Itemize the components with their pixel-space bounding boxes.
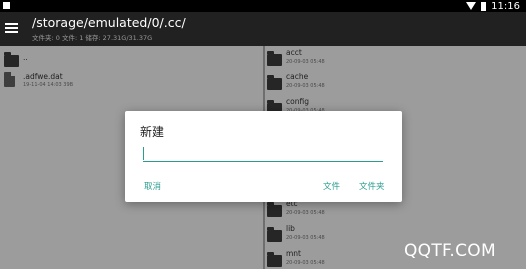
- item-meta: 20-09-03 05:48: [286, 59, 325, 65]
- menu-icon[interactable]: [5, 23, 18, 33]
- folder-icon: [267, 51, 282, 66]
- item-name: lib: [286, 224, 295, 233]
- dialog-title: 新建: [140, 125, 165, 139]
- item-name: acct: [286, 48, 302, 57]
- system-icons: 11:16: [466, 0, 520, 12]
- item-name: config: [286, 97, 309, 106]
- new-file-button[interactable]: 文件: [323, 180, 340, 192]
- list-item-file[interactable]: .adfwe.dat 19-11-04 14:03 39B: [4, 72, 254, 92]
- folder-icon: [267, 202, 282, 217]
- item-name: mnt: [286, 249, 301, 258]
- status-bar: 11:16: [0, 0, 526, 12]
- folder-icon: [4, 52, 19, 67]
- item-meta: 20-09-03 05:48: [286, 210, 325, 216]
- item-name: .adfwe.dat: [23, 72, 63, 81]
- cancel-button[interactable]: 取消: [144, 180, 161, 192]
- list-item-acct[interactable]: acct 20-09-03 05:48: [267, 48, 517, 70]
- item-name: cache: [286, 72, 309, 81]
- notification-icon: [3, 2, 10, 9]
- item-meta: 20-09-03 05:48: [286, 83, 325, 89]
- app-bar: /storage/emulated/0/.cc/ 文件夹: 0 文件: 1 储存…: [0, 12, 526, 46]
- item-name: ..: [23, 53, 28, 62]
- watermark: QQTF.COM: [404, 241, 496, 261]
- item-meta: 20-09-03 05:48: [286, 235, 325, 241]
- new-item-dialog: 新建 取消 文件 文件夹: [125, 111, 402, 202]
- item-meta: 19-11-04 14:03 39B: [23, 82, 74, 88]
- storage-info: 文件夹: 0 文件: 1 储存: 27.31G/31.37G: [32, 34, 153, 42]
- new-folder-button[interactable]: 文件夹: [359, 180, 385, 192]
- folder-icon: [267, 75, 282, 90]
- folder-icon: [267, 252, 282, 267]
- text-cursor: [143, 147, 144, 160]
- list-item-etc[interactable]: etc 20-09-03 05:48: [267, 199, 517, 221]
- list-item-cache[interactable]: cache 20-09-03 05:48: [267, 72, 517, 94]
- status-time: 11:16: [491, 0, 520, 12]
- list-item-parent[interactable]: ..: [4, 52, 254, 73]
- battery-icon: [481, 1, 487, 11]
- name-input[interactable]: [143, 147, 383, 162]
- item-meta: 20-09-03 05:48: [286, 260, 325, 266]
- file-icon: [4, 72, 15, 87]
- wifi-icon: [466, 2, 477, 10]
- current-path: /storage/emulated/0/.cc/: [32, 15, 186, 30]
- folder-icon: [267, 227, 282, 242]
